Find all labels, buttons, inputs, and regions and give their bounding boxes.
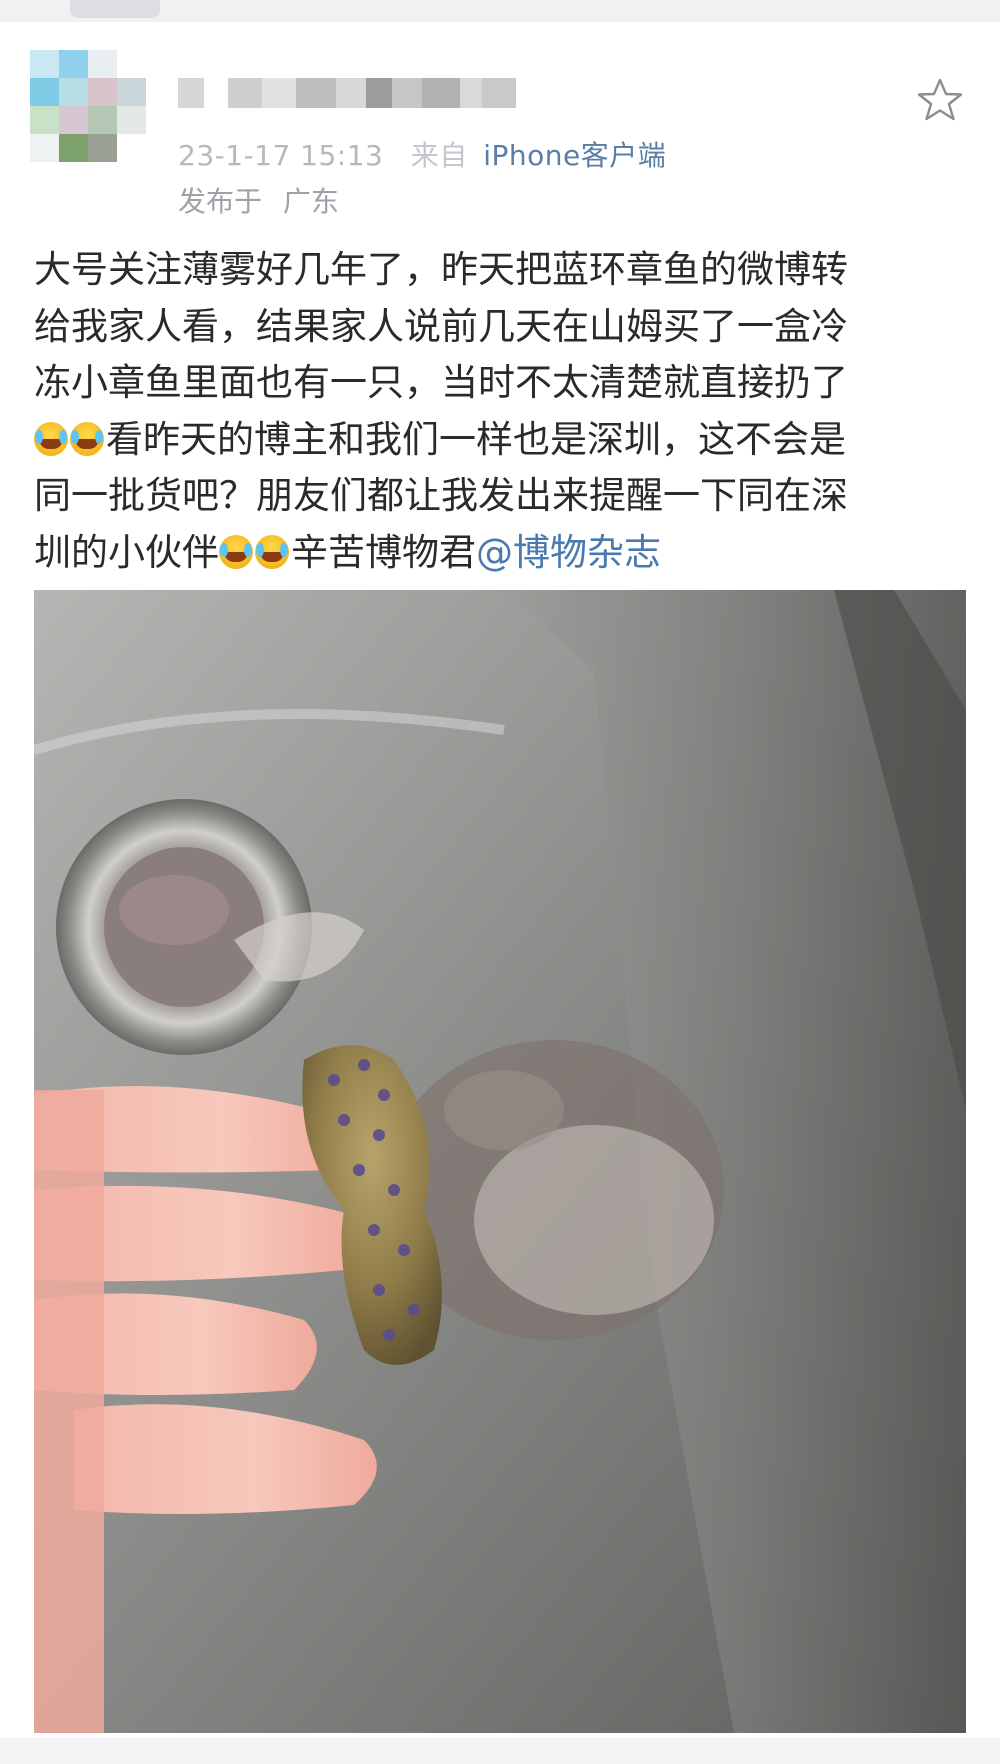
post-line-text: 看昨天的博主和我们一样也是深圳，这不会是 <box>106 417 846 461</box>
post-photo[interactable] <box>34 590 966 1733</box>
post-line: 同一批货吧？朋友们都让我发出来提醒一下同在深 <box>34 474 848 517</box>
post-line: 给我家人看，结果家人说前几天在山姆买了一盒冷 <box>34 304 848 348</box>
sink-octopus-photo <box>34 590 966 1733</box>
post-timestamp: 23-1-17 15:13 <box>178 139 384 172</box>
post-location: 发布于 广东 <box>178 180 339 220</box>
username-blurred[interactable] <box>178 78 516 108</box>
location-prefix: 发布于 <box>178 185 263 218</box>
crying-laughing-emoji-icon <box>219 534 253 569</box>
source-prefix: 来自 <box>410 139 468 172</box>
status-bar <box>0 0 1000 22</box>
mention-link[interactable]: @博物杂志 <box>476 531 661 574</box>
post-line: 冻小章鱼里面也有一只，当时不太清楚就直接扔了 <box>34 361 848 404</box>
star-outline-icon[interactable] <box>916 76 964 124</box>
post-line-text: 辛苦博物君 <box>291 530 476 574</box>
post-line: 圳的小伙伴 辛苦博物君@博物杂志 <box>34 525 954 582</box>
post-meta: 23-1-17 15:13 来自 iPhone客户端 <box>178 134 666 174</box>
post-line-text: 圳的小伙伴 <box>34 530 219 574</box>
crying-laughing-emoji-icon <box>255 534 289 569</box>
post-line: 看昨天的博主和我们一样也是深圳，这不会是 <box>34 412 954 469</box>
bottom-bar <box>0 1738 1000 1764</box>
crying-laughing-emoji-icon <box>34 421 68 456</box>
crying-laughing-emoji-icon <box>70 421 104 456</box>
avatar[interactable] <box>30 50 146 162</box>
post-body: 大号关注薄雾好几年了，昨天把蓝环章鱼的微博转 给我家人看，结果家人说前几天在山姆… <box>34 242 954 581</box>
status-bar-blur <box>70 0 160 18</box>
post-line: 大号关注薄雾好几年了，昨天把蓝环章鱼的微博转 <box>34 248 848 291</box>
location-value: 广东 <box>282 185 339 218</box>
source-client-link[interactable]: iPhone客户端 <box>483 139 666 172</box>
